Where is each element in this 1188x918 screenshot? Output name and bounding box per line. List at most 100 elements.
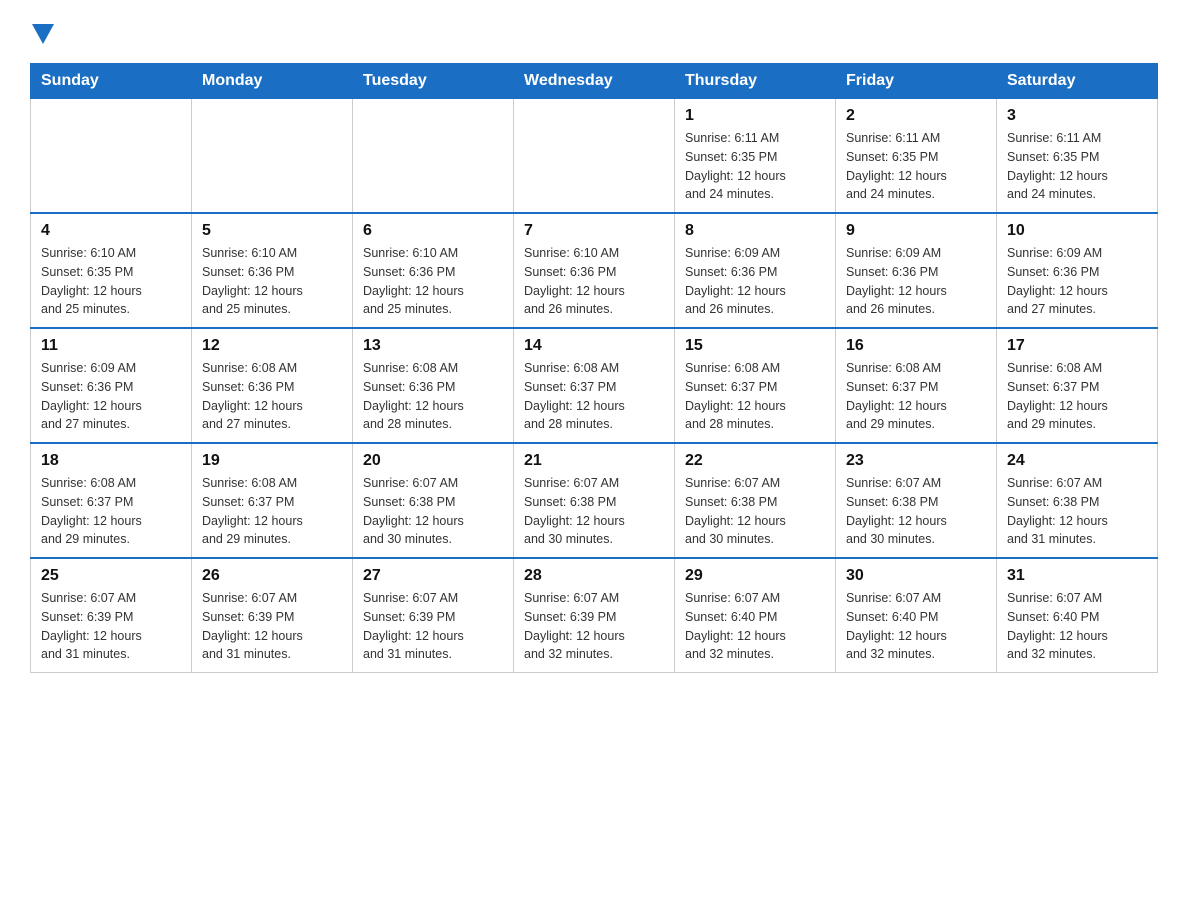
day-info: Sunrise: 6:07 AM Sunset: 6:39 PM Dayligh… xyxy=(41,589,181,664)
day-info: Sunrise: 6:07 AM Sunset: 6:39 PM Dayligh… xyxy=(202,589,342,664)
calendar-day-cell: 11 Sunrise: 6:09 AM Sunset: 6:36 PM Dayli… xyxy=(31,328,192,443)
day-info: Sunrise: 6:08 AM Sunset: 6:37 PM Dayligh… xyxy=(524,359,664,434)
calendar-week-row: 18 Sunrise: 6:08 AM Sunset: 6:37 PM Dayli… xyxy=(31,443,1158,558)
day-info: Sunrise: 6:07 AM Sunset: 6:39 PM Dayligh… xyxy=(524,589,664,664)
day-number: 25 xyxy=(41,567,181,585)
day-info: Sunrise: 6:10 AM Sunset: 6:36 PM Dayligh… xyxy=(202,244,342,319)
day-info: Sunrise: 6:08 AM Sunset: 6:37 PM Dayligh… xyxy=(685,359,825,434)
calendar-day-cell: 18 Sunrise: 6:08 AM Sunset: 6:37 PM Dayli… xyxy=(31,443,192,558)
calendar-week-row: 11 Sunrise: 6:09 AM Sunset: 6:36 PM Dayli… xyxy=(31,328,1158,443)
calendar-header-tuesday: Tuesday xyxy=(353,64,514,99)
calendar-day-cell: 31 Sunrise: 6:07 AM Sunset: 6:40 PM Dayli… xyxy=(997,558,1158,673)
calendar-day-cell: 21 Sunrise: 6:07 AM Sunset: 6:38 PM Dayli… xyxy=(514,443,675,558)
calendar-day-cell: 14 Sunrise: 6:08 AM Sunset: 6:37 PM Dayli… xyxy=(514,328,675,443)
calendar-header-wednesday: Wednesday xyxy=(514,64,675,99)
day-number: 23 xyxy=(846,452,986,470)
day-number: 17 xyxy=(1007,337,1147,355)
day-number: 14 xyxy=(524,337,664,355)
day-info: Sunrise: 6:07 AM Sunset: 6:38 PM Dayligh… xyxy=(524,474,664,549)
day-number: 15 xyxy=(685,337,825,355)
calendar-day-cell: 15 Sunrise: 6:08 AM Sunset: 6:37 PM Dayli… xyxy=(675,328,836,443)
calendar-day-cell: 19Sunrise: 6:08 AM Sunset: 6:37 PM Dayli… xyxy=(192,443,353,558)
calendar-day-cell: 28 Sunrise: 6:07 AM Sunset: 6:39 PM Dayli… xyxy=(514,558,675,673)
calendar-day-cell: 23 Sunrise: 6:07 AM Sunset: 6:38 PM Dayli… xyxy=(836,443,997,558)
calendar-day-cell xyxy=(31,99,192,214)
day-number: 2 xyxy=(846,107,986,125)
day-info: Sunrise: 6:07 AM Sunset: 6:39 PM Dayligh… xyxy=(363,589,503,664)
calendar-day-cell: 16 Sunrise: 6:08 AM Sunset: 6:37 PM Dayli… xyxy=(836,328,997,443)
calendar-day-cell: 6 Sunrise: 6:10 AM Sunset: 6:36 PM Daylig… xyxy=(353,213,514,328)
day-info: Sunrise: 6:09 AM Sunset: 6:36 PM Dayligh… xyxy=(685,244,825,319)
calendar-day-cell: 24Sunrise: 6:07 AM Sunset: 6:38 PM Dayli… xyxy=(997,443,1158,558)
day-number: 12 xyxy=(202,337,342,355)
calendar-header-friday: Friday xyxy=(836,64,997,99)
day-number: 7 xyxy=(524,222,664,240)
day-info: Sunrise: 6:07 AM Sunset: 6:38 PM Dayligh… xyxy=(846,474,986,549)
calendar-day-cell: 10 Sunrise: 6:09 AM Sunset: 6:36 PM Dayli… xyxy=(997,213,1158,328)
day-number: 3 xyxy=(1007,107,1147,125)
day-number: 28 xyxy=(524,567,664,585)
calendar-day-cell: 3Sunrise: 6:11 AM Sunset: 6:35 PM Daylig… xyxy=(997,99,1158,214)
day-number: 18 xyxy=(41,452,181,470)
day-info: Sunrise: 6:08 AM Sunset: 6:37 PM Dayligh… xyxy=(41,474,181,549)
calendar-day-cell: 12 Sunrise: 6:08 AM Sunset: 6:36 PM Dayli… xyxy=(192,328,353,443)
day-number: 6 xyxy=(363,222,503,240)
day-info: Sunrise: 6:11 AM Sunset: 6:35 PM Dayligh… xyxy=(685,129,825,204)
day-info: Sunrise: 6:07 AM Sunset: 6:40 PM Dayligh… xyxy=(685,589,825,664)
calendar-day-cell: 1 Sunrise: 6:11 AM Sunset: 6:35 PM Daylig… xyxy=(675,99,836,214)
calendar-day-cell xyxy=(353,99,514,214)
calendar-day-cell: 25 Sunrise: 6:07 AM Sunset: 6:39 PM Dayli… xyxy=(31,558,192,673)
day-info: Sunrise: 6:08 AM Sunset: 6:37 PM Dayligh… xyxy=(846,359,986,434)
logo-triangle-icon xyxy=(32,24,54,44)
day-info: Sunrise: 6:08 AM Sunset: 6:36 PM Dayligh… xyxy=(363,359,503,434)
calendar-day-cell: 29Sunrise: 6:07 AM Sunset: 6:40 PM Dayli… xyxy=(675,558,836,673)
day-info: Sunrise: 6:08 AM Sunset: 6:37 PM Dayligh… xyxy=(1007,359,1147,434)
day-number: 10 xyxy=(1007,222,1147,240)
calendar-week-row: 1 Sunrise: 6:11 AM Sunset: 6:35 PM Daylig… xyxy=(31,99,1158,214)
calendar-day-cell: 30 Sunrise: 6:07 AM Sunset: 6:40 PM Dayli… xyxy=(836,558,997,673)
calendar-day-cell: 17 Sunrise: 6:08 AM Sunset: 6:37 PM Dayli… xyxy=(997,328,1158,443)
calendar-week-row: 4Sunrise: 6:10 AM Sunset: 6:35 PM Daylig… xyxy=(31,213,1158,328)
calendar-day-cell: 9 Sunrise: 6:09 AM Sunset: 6:36 PM Daylig… xyxy=(836,213,997,328)
day-number: 1 xyxy=(685,107,825,125)
day-info: Sunrise: 6:10 AM Sunset: 6:35 PM Dayligh… xyxy=(41,244,181,319)
calendar-day-cell: 7 Sunrise: 6:10 AM Sunset: 6:36 PM Daylig… xyxy=(514,213,675,328)
calendar-day-cell xyxy=(514,99,675,214)
day-info: Sunrise: 6:07 AM Sunset: 6:38 PM Dayligh… xyxy=(363,474,503,549)
calendar-header-row: SundayMondayTuesdayWednesdayThursdayFrid… xyxy=(31,64,1158,99)
day-number: 13 xyxy=(363,337,503,355)
day-info: Sunrise: 6:07 AM Sunset: 6:38 PM Dayligh… xyxy=(1007,474,1147,549)
day-number: 11 xyxy=(41,337,181,355)
day-info: Sunrise: 6:11 AM Sunset: 6:35 PM Dayligh… xyxy=(846,129,986,204)
day-number: 26 xyxy=(202,567,342,585)
calendar-table: SundayMondayTuesdayWednesdayThursdayFrid… xyxy=(30,63,1158,673)
day-number: 20 xyxy=(363,452,503,470)
day-number: 16 xyxy=(846,337,986,355)
calendar-day-cell: 8Sunrise: 6:09 AM Sunset: 6:36 PM Daylig… xyxy=(675,213,836,328)
calendar-day-cell: 13 Sunrise: 6:08 AM Sunset: 6:36 PM Dayli… xyxy=(353,328,514,443)
day-number: 19 xyxy=(202,452,342,470)
calendar-day-cell: 20 Sunrise: 6:07 AM Sunset: 6:38 PM Dayli… xyxy=(353,443,514,558)
day-info: Sunrise: 6:07 AM Sunset: 6:38 PM Dayligh… xyxy=(685,474,825,549)
logo xyxy=(30,20,54,45)
page-header xyxy=(30,20,1158,45)
calendar-header-monday: Monday xyxy=(192,64,353,99)
day-info: Sunrise: 6:10 AM Sunset: 6:36 PM Dayligh… xyxy=(524,244,664,319)
day-number: 30 xyxy=(846,567,986,585)
day-number: 31 xyxy=(1007,567,1147,585)
day-info: Sunrise: 6:10 AM Sunset: 6:36 PM Dayligh… xyxy=(363,244,503,319)
day-number: 5 xyxy=(202,222,342,240)
day-number: 9 xyxy=(846,222,986,240)
calendar-day-cell: 27Sunrise: 6:07 AM Sunset: 6:39 PM Dayli… xyxy=(353,558,514,673)
day-number: 21 xyxy=(524,452,664,470)
calendar-day-cell: 4Sunrise: 6:10 AM Sunset: 6:35 PM Daylig… xyxy=(31,213,192,328)
day-info: Sunrise: 6:09 AM Sunset: 6:36 PM Dayligh… xyxy=(846,244,986,319)
day-info: Sunrise: 6:07 AM Sunset: 6:40 PM Dayligh… xyxy=(1007,589,1147,664)
day-info: Sunrise: 6:07 AM Sunset: 6:40 PM Dayligh… xyxy=(846,589,986,664)
day-info: Sunrise: 6:09 AM Sunset: 6:36 PM Dayligh… xyxy=(1007,244,1147,319)
calendar-day-cell: 2 Sunrise: 6:11 AM Sunset: 6:35 PM Daylig… xyxy=(836,99,997,214)
day-info: Sunrise: 6:08 AM Sunset: 6:36 PM Dayligh… xyxy=(202,359,342,434)
calendar-day-cell xyxy=(192,99,353,214)
day-info: Sunrise: 6:09 AM Sunset: 6:36 PM Dayligh… xyxy=(41,359,181,434)
calendar-header-saturday: Saturday xyxy=(997,64,1158,99)
